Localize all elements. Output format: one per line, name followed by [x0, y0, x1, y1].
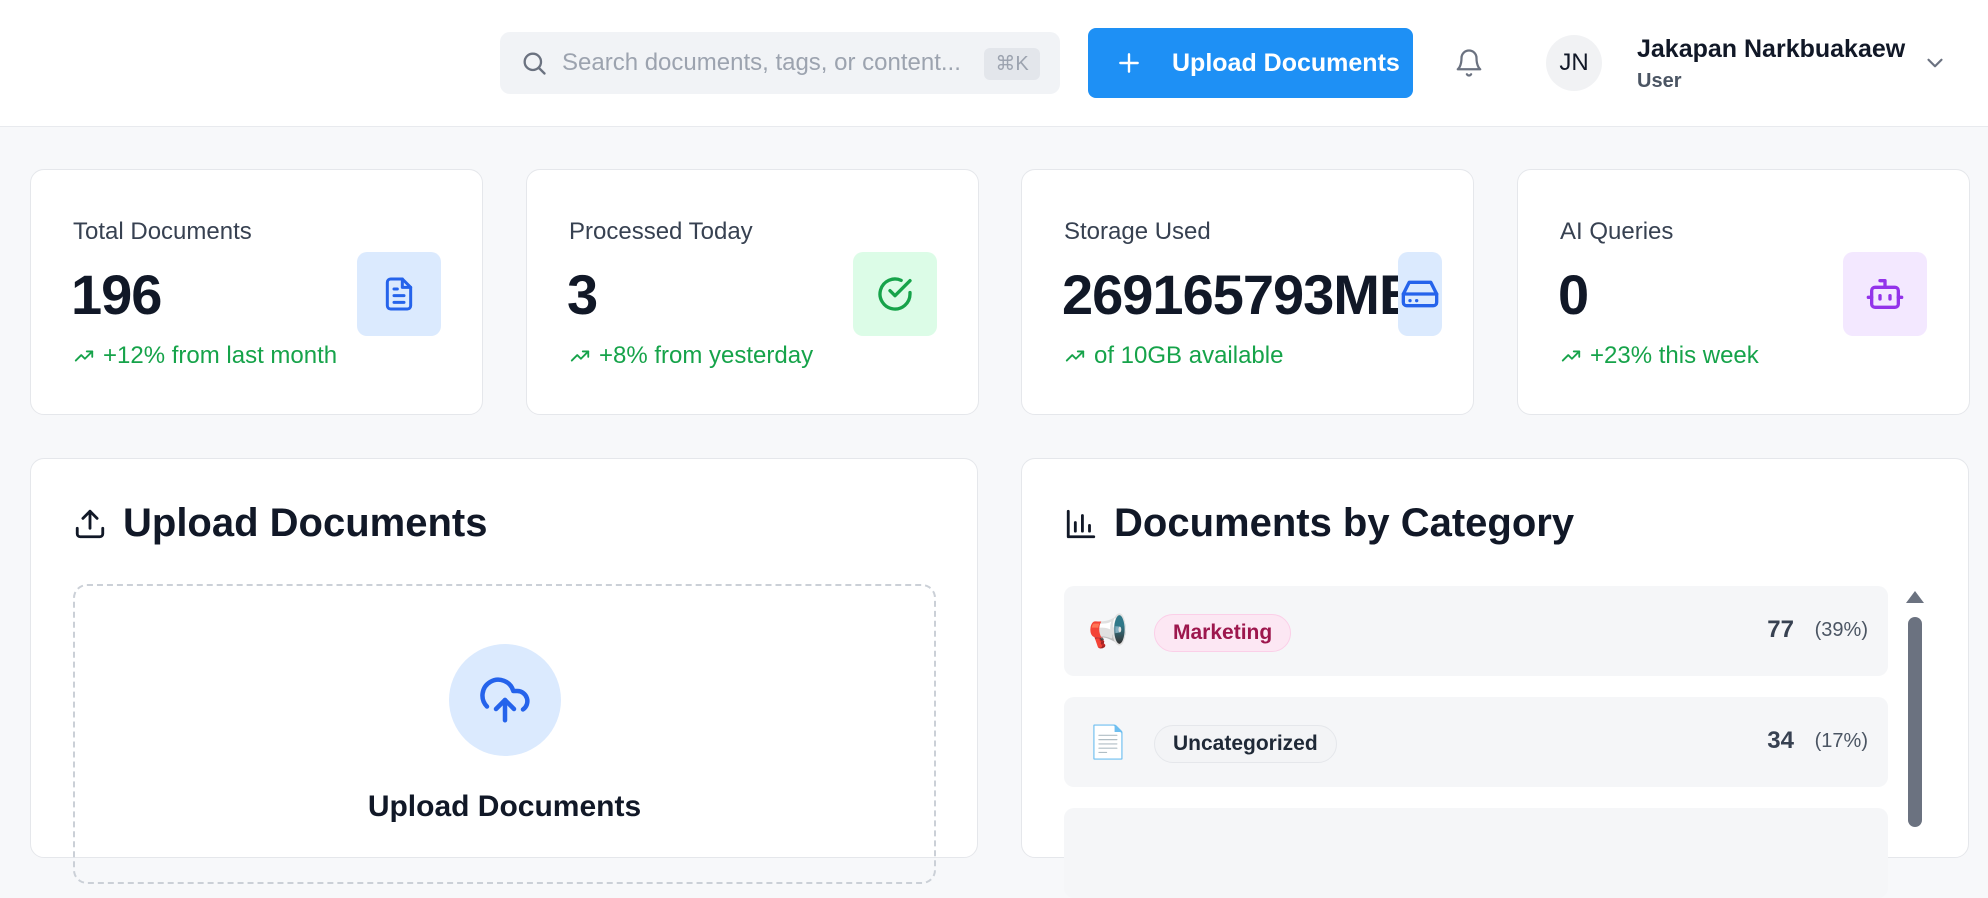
- stat-trend: +12% from last month: [73, 342, 337, 370]
- search-input[interactable]: [562, 32, 962, 94]
- stat-trend-text: +8% from yesterday: [599, 342, 814, 369]
- chevron-down-icon[interactable]: [1922, 50, 1948, 76]
- upload-dropzone[interactable]: Upload Documents: [73, 584, 936, 884]
- stat-value: 196: [71, 263, 162, 326]
- category-pill: Marketing: [1154, 614, 1292, 652]
- category-panel-title: Documents by Category: [1064, 501, 1574, 546]
- upload-panel-title: Upload Documents: [73, 501, 487, 546]
- cloud-upload-icon: [480, 677, 530, 723]
- stat-card-storage-used: Storage Used 269165793MB of 10GB availab…: [1021, 169, 1474, 415]
- stat-icon-badge: [357, 252, 441, 336]
- user-role: User: [1637, 70, 1682, 92]
- stat-trend: of 10GB available: [1064, 342, 1283, 370]
- stat-card-total-documents: Total Documents 196 +12% from last month: [30, 169, 483, 415]
- upload-icon: [75, 509, 105, 538]
- stat-card-ai-queries: AI Queries 0 +23% this week: [1517, 169, 1970, 415]
- category-row-uncategorized[interactable]: 📄 Uncategorized 34 (17%): [1064, 697, 1888, 787]
- stat-icon-badge: [1843, 252, 1927, 336]
- stat-icon-badge: [1398, 252, 1442, 336]
- stat-trend: +23% this week: [1560, 342, 1759, 370]
- stat-trend-text: of 10GB available: [1094, 342, 1284, 369]
- stat-card-processed-today: Processed Today 3 +8% from yesterday: [526, 169, 979, 415]
- upload-documents-button[interactable]: Upload Documents: [1088, 28, 1413, 98]
- top-header: ⌘K Upload Documents JN Jakapan Narkbuaka…: [0, 0, 1988, 127]
- upload-panel-title-text: Upload Documents: [123, 501, 488, 545]
- trending-up-icon: [1561, 350, 1581, 362]
- category-count: 77: [1767, 616, 1794, 643]
- category-row-partial[interactable]: [1064, 808, 1888, 898]
- trending-up-icon: [74, 350, 94, 362]
- trending-up-icon: [1065, 350, 1085, 362]
- upload-cloud-badge: [449, 644, 561, 756]
- stat-trend: +8% from yesterday: [569, 342, 813, 370]
- stat-title: AI Queries: [1560, 218, 1674, 245]
- bot-icon: [1866, 279, 1904, 309]
- bell-icon[interactable]: [1454, 48, 1484, 78]
- stat-value: 0: [1558, 263, 1589, 326]
- bar-chart-icon: [1066, 509, 1096, 538]
- stat-value: 269165793MB: [1062, 263, 1419, 326]
- scrollbar-thumb[interactable]: [1908, 617, 1922, 827]
- category-percent: (17%): [1814, 730, 1868, 752]
- check-circle-icon: [878, 277, 912, 311]
- megaphone-icon: 📢: [1088, 613, 1128, 649]
- user-name[interactable]: Jakapan Narkbuakaew: [1637, 35, 1905, 64]
- stat-title: Storage Used: [1064, 218, 1211, 245]
- category-pill: Uncategorized: [1154, 725, 1337, 763]
- plus-icon: [1119, 53, 1139, 73]
- stat-trend-text: +23% this week: [1590, 342, 1759, 369]
- search-bar[interactable]: ⌘K: [500, 32, 1060, 94]
- stat-title: Processed Today: [569, 218, 753, 245]
- stat-icon-badge: [853, 252, 937, 336]
- trending-up-icon: [570, 350, 590, 362]
- hard-drive-icon: [1401, 280, 1439, 308]
- document-icon: [385, 277, 413, 311]
- avatar[interactable]: JN: [1546, 35, 1602, 91]
- dropzone-title: Upload Documents: [367, 790, 642, 823]
- category-panel-title-text: Documents by Category: [1114, 501, 1575, 545]
- stat-value: 3: [567, 263, 598, 326]
- search-shortcut-hint: ⌘K: [984, 48, 1040, 80]
- search-icon: [523, 52, 546, 75]
- stat-trend-text: +12% from last month: [103, 342, 338, 369]
- stat-title: Total Documents: [73, 218, 252, 245]
- upload-panel: Upload Documents Upload Documents: [30, 458, 978, 884]
- category-percent: (39%): [1814, 619, 1868, 641]
- category-row-marketing[interactable]: 📢 Marketing 77 (39%): [1064, 586, 1888, 676]
- category-panel: Documents by Category 📢 Marketing 77 (39…: [1021, 458, 1969, 898]
- scrollbar-up-arrow[interactable]: [1906, 591, 1924, 603]
- upload-button-label: Upload Documents: [1172, 49, 1400, 77]
- category-count: 34: [1767, 727, 1794, 754]
- document-page-icon: 📄: [1088, 724, 1128, 760]
